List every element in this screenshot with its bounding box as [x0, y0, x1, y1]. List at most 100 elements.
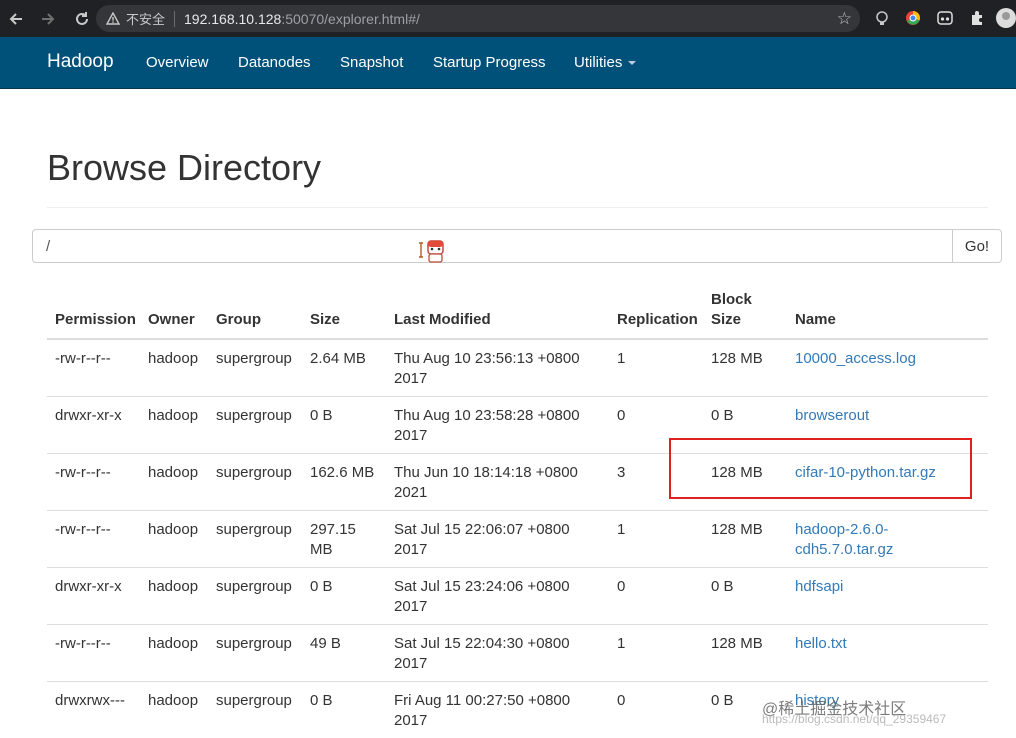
cell-permission: drwxr-xr-x [55, 578, 122, 595]
cell-size: 297.15 MB [310, 520, 356, 560]
brand-link[interactable]: Hadoop [47, 51, 114, 73]
nav-utilities[interactable]: Utilities [574, 54, 637, 71]
cell-modified: Fri Aug 11 00:27:50 +0800 2017 [394, 691, 570, 731]
cell-block-size: 0 B [711, 692, 734, 709]
cursor-icon [417, 238, 447, 269]
cell-line: 162.6 MB [310, 464, 375, 481]
back-icon[interactable] [2, 5, 30, 33]
cell-replication: 0 [617, 692, 626, 709]
table-row: -rw-r--r-- hadoop supergroup 2.64 MB Thu Aug… [47, 339, 988, 396]
reload-icon[interactable] [68, 5, 96, 33]
header-group[interactable]: Group [216, 310, 261, 330]
cell-line: Thu Jun 10 18:14:18 +0800 [394, 464, 578, 481]
cell-block-size: 128 MB [711, 635, 763, 652]
header-name[interactable]: Name [795, 310, 836, 330]
cell-line: cdh5.7.0.tar.gz [795, 541, 894, 558]
cell-line: 2021 [394, 484, 428, 501]
cell-name[interactable]: 10000_access.log [795, 349, 916, 369]
cell-name[interactable]: hello.txt [795, 634, 847, 654]
cell-owner: hadoop [148, 407, 199, 424]
cell-line: Thu Aug 10 23:58:28 +0800 [394, 407, 580, 424]
extension-icon[interactable] [935, 8, 955, 28]
cell-line: browserout [795, 407, 870, 424]
cell-replication: 3 [617, 464, 626, 481]
cell-replication: 1 [617, 635, 626, 652]
extension-icon[interactable] [967, 8, 987, 28]
extension-icon[interactable] [903, 8, 923, 28]
cell-line: 2017 [394, 598, 428, 615]
cell-line: 49 B [310, 635, 341, 652]
cell-group: supergroup [216, 578, 292, 595]
cell-size: 0 B [310, 406, 333, 426]
cell-line: 2.64 MB [310, 350, 366, 367]
cell-size: 0 B [310, 577, 333, 597]
cell-block-size: 0 B [711, 578, 734, 595]
url-path: :50070/explorer.html#/ [281, 10, 420, 27]
nav-datanodes[interactable]: Datanodes [238, 54, 311, 71]
cell-permission: -rw-r--r-- [55, 350, 111, 367]
watermark-url: https://blog.csdn.net/qq_29359467 [762, 712, 947, 726]
nav-overview[interactable]: Overview [146, 54, 209, 71]
cell-size: 2.64 MB [310, 349, 366, 369]
header-replication[interactable]: Replication [617, 310, 698, 330]
star-icon[interactable]: ☆ [837, 9, 852, 29]
cell-modified: Thu Jun 10 18:14:18 +0800 2021 [394, 463, 578, 503]
header-permission[interactable]: Permission [55, 310, 136, 330]
highlight-box [669, 438, 972, 499]
extension-icon[interactable] [872, 8, 892, 28]
cell-line: Sat Jul 15 22:06:07 +0800 [394, 521, 570, 538]
divider [47, 207, 988, 208]
cell-block-size: 128 MB [711, 350, 763, 367]
cell-line: MB [310, 541, 333, 558]
navbar: Hadoop Overview Datanodes Snapshot Start… [0, 37, 1016, 89]
header-owner[interactable]: Owner [148, 310, 195, 330]
cell-line: hadoop-2.6.0- [795, 521, 889, 538]
cell-line: 2017 [394, 427, 428, 444]
table-row: -rw-r--r-- hadoop supergroup 49 B Sat Jul 15… [47, 624, 988, 681]
cell-line: 2017 [394, 712, 428, 729]
nav-snapshot[interactable]: Snapshot [340, 54, 403, 71]
nav-utilities-label: Utilities [574, 54, 623, 71]
nav-startup-progress[interactable]: Startup Progress [433, 54, 546, 71]
cell-group: supergroup [216, 521, 292, 538]
cell-line: 0 B [310, 692, 333, 709]
cell-name[interactable]: hdfsapi [795, 577, 843, 597]
header-last-modified[interactable]: Last Modified [394, 310, 491, 330]
cell-replication: 0 [617, 407, 626, 424]
cell-line: 0 B [310, 578, 333, 595]
table-row: -rw-r--r-- hadoop supergroup 297.15 MB Sat Ju… [47, 510, 988, 567]
cell-line: 2017 [394, 370, 428, 387]
cell-line: hello.txt [795, 635, 847, 652]
cell-block-size: 0 B [711, 407, 734, 424]
cell-line: 297.15 [310, 521, 356, 538]
go-button[interactable]: Go! [952, 229, 1002, 263]
insecure-label: 不安全 [126, 12, 166, 27]
cell-replication: 1 [617, 521, 626, 538]
cell-owner: hadoop [148, 578, 199, 595]
cell-group: supergroup [216, 464, 292, 481]
cell-group: supergroup [216, 407, 292, 424]
cell-replication: 0 [617, 578, 626, 595]
cell-group: supergroup [216, 692, 292, 709]
cell-owner: hadoop [148, 692, 199, 709]
cell-owner: hadoop [148, 635, 199, 652]
directory-path-input[interactable] [32, 229, 953, 263]
header-block-size[interactable]: Block Size [711, 290, 752, 330]
forward-icon[interactable] [34, 5, 62, 33]
cell-line: 10000_access.log [795, 350, 916, 367]
cell-name[interactable]: hadoop-2.6.0- cdh5.7.0.tar.gz [795, 520, 893, 560]
cell-line: hdfsapi [795, 578, 844, 595]
chevron-down-icon [628, 61, 637, 66]
address-bar[interactable]: 不安全 192.168.10.128:50070/explorer.html#/… [96, 5, 860, 32]
table-row: drwxr-xr-x hadoop supergroup 0 B Sat Jul 15 … [47, 567, 988, 624]
header-size[interactable]: Size [310, 310, 340, 330]
cell-modified: Sat Jul 15 23:24:06 +0800 2017 [394, 577, 570, 617]
cell-name[interactable]: browserout [795, 406, 869, 426]
warning-icon [106, 12, 120, 25]
page-title: Browse Directory [47, 147, 322, 188]
cell-size: 162.6 MB [310, 463, 374, 483]
cell-line: Fri Aug 11 00:27:50 +0800 [394, 692, 571, 709]
cell-modified: Thu Aug 10 23:58:28 +0800 2017 [394, 406, 580, 446]
profile-icon[interactable] [996, 8, 1016, 28]
cell-modified: Sat Jul 15 22:04:30 +0800 2017 [394, 634, 570, 674]
